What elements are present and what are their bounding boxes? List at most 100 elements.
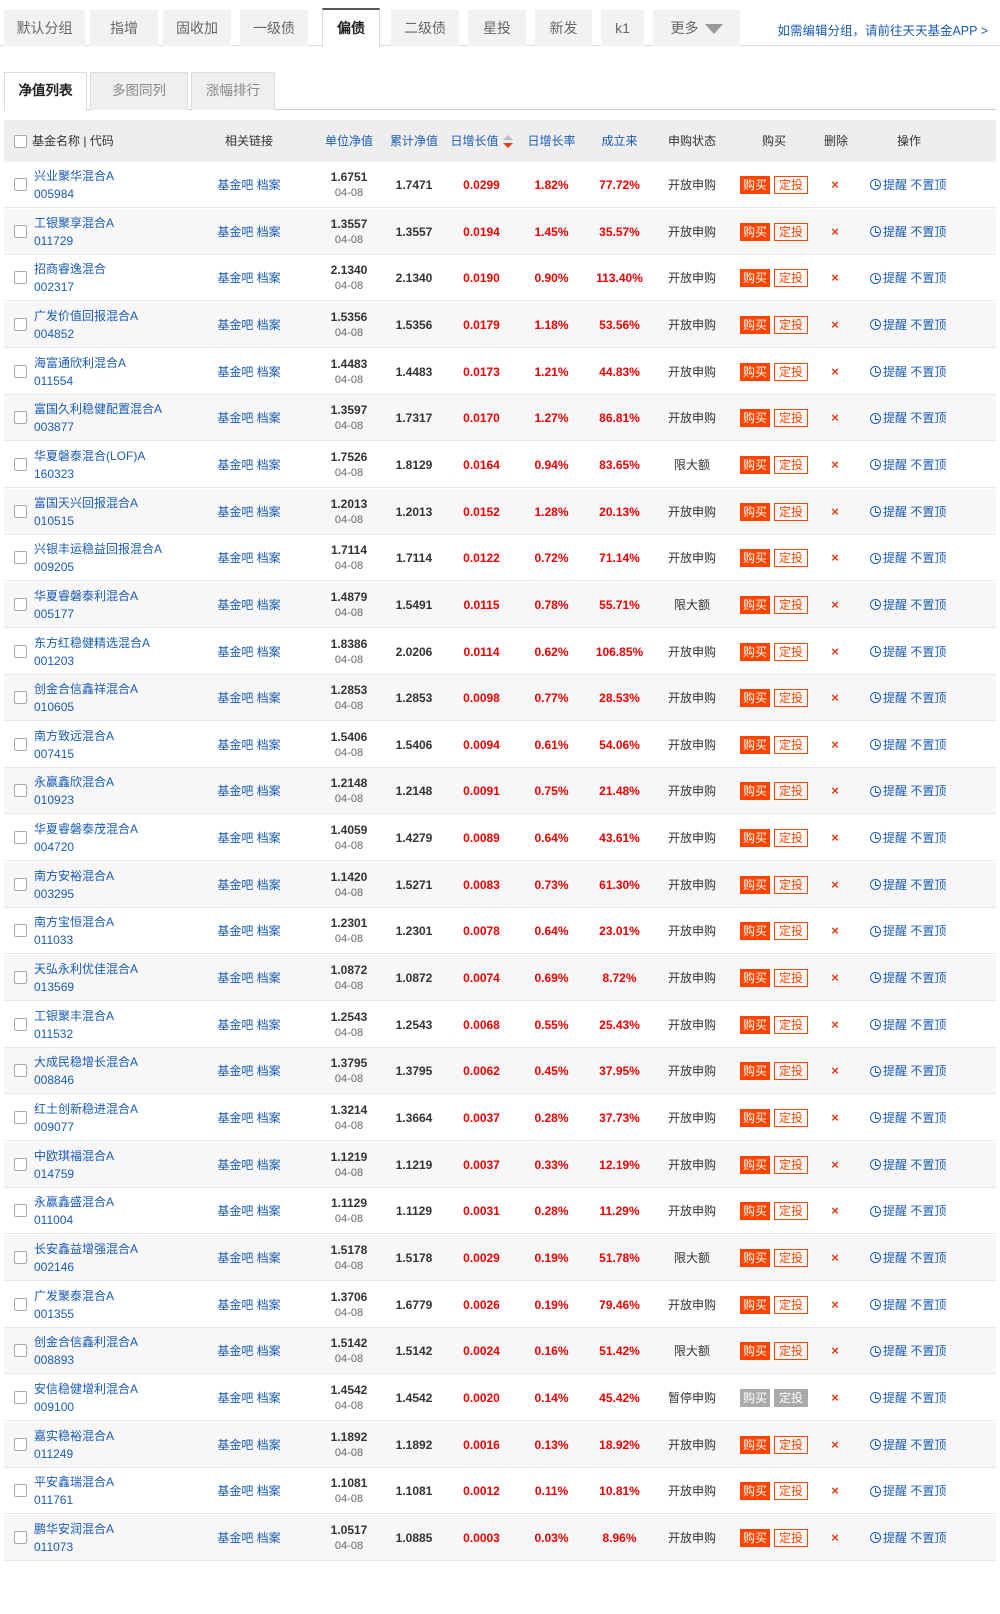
buy-button[interactable]: 购买 (740, 409, 770, 428)
unpin-link[interactable]: 不置顶 (910, 1391, 946, 1405)
fund-archive-link[interactable]: 档案 (257, 1531, 281, 1545)
row-checkbox[interactable] (14, 737, 27, 751)
fund-bar-link[interactable]: 基金吧 (217, 878, 253, 892)
row-checkbox[interactable] (14, 1437, 27, 1451)
remind-link[interactable]: 提醒 (883, 411, 907, 425)
fund-archive-link[interactable]: 档案 (257, 1391, 281, 1405)
fund-archive-link[interactable]: 档案 (257, 878, 281, 892)
auto-invest-button[interactable]: 定投 (774, 1388, 808, 1407)
row-checkbox[interactable] (14, 597, 27, 611)
fund-archive-link[interactable]: 档案 (257, 1344, 281, 1358)
fund-archive-link[interactable]: 档案 (257, 738, 281, 752)
delete-icon[interactable]: × (828, 1142, 842, 1188)
row-checkbox[interactable] (14, 457, 27, 471)
remind-link[interactable]: 提醒 (883, 1111, 907, 1125)
delete-icon[interactable]: × (828, 629, 842, 675)
buy-button[interactable]: 购买 (740, 642, 770, 661)
col-daily-rate[interactable]: 日增长率 (519, 120, 584, 162)
fund-bar-link[interactable]: 基金吧 (217, 645, 253, 659)
buy-button[interactable]: 购买 (740, 1248, 770, 1267)
tab-gain-ranking[interactable]: 涨幅排行 (191, 72, 275, 110)
fund-bar-link[interactable]: 基金吧 (217, 318, 253, 332)
buy-button[interactable]: 购买 (740, 1109, 770, 1127)
col-since-inception[interactable]: 成立来 (582, 120, 657, 162)
row-checkbox[interactable] (14, 178, 27, 191)
group-tab-fixed-income-plus[interactable]: 固收加 (163, 10, 231, 46)
fund-archive-link[interactable]: 档案 (257, 598, 281, 612)
unpin-link[interactable]: 不置顶 (910, 971, 946, 985)
buy-button[interactable]: 购买 (740, 829, 770, 848)
unpin-link[interactable]: 不置顶 (910, 225, 946, 239)
buy-button[interactable]: 购买 (740, 875, 770, 894)
fund-archive-link[interactable]: 档案 (257, 831, 281, 845)
col-daily-value[interactable]: 日增长值 (444, 120, 519, 162)
row-checkbox[interactable] (14, 1297, 27, 1311)
col-acc-nav[interactable]: 累计净值 (384, 120, 444, 162)
row-checkbox[interactable] (14, 1530, 27, 1544)
auto-invest-button[interactable]: 定投 (774, 1155, 808, 1174)
fund-bar-link[interactable]: 基金吧 (217, 784, 253, 798)
fund-bar-link[interactable]: 基金吧 (217, 1204, 253, 1218)
row-checkbox[interactable] (14, 1250, 27, 1264)
fund-bar-link[interactable]: 基金吧 (217, 1064, 253, 1078)
col-nav[interactable]: 单位净值 (314, 120, 384, 162)
fund-archive-link[interactable]: 档案 (257, 271, 281, 285)
unpin-link[interactable]: 不置顶 (910, 1484, 946, 1498)
fund-archive-link[interactable]: 档案 (257, 1484, 281, 1498)
group-tab-index-enhanced[interactable]: 指增 (90, 10, 158, 46)
buy-button[interactable]: 购买 (740, 595, 770, 614)
fund-code-link[interactable]: 011073 (34, 1539, 73, 1585)
unpin-link[interactable]: 不置顶 (910, 1158, 946, 1172)
fund-bar-link[interactable]: 基金吧 (217, 225, 253, 239)
remind-link[interactable]: 提醒 (883, 691, 907, 705)
unpin-link[interactable]: 不置顶 (910, 411, 946, 425)
fund-archive-link[interactable]: 档案 (257, 1438, 281, 1452)
fund-bar-link[interactable]: 基金吧 (217, 365, 253, 379)
auto-invest-button[interactable]: 定投 (774, 176, 808, 194)
unpin-link[interactable]: 不置顶 (910, 1298, 946, 1312)
fund-bar-link[interactable]: 基金吧 (217, 551, 253, 565)
delete-icon[interactable]: × (828, 768, 842, 814)
buy-button[interactable]: 购买 (740, 735, 770, 754)
buy-button[interactable]: 购买 (740, 1342, 770, 1361)
group-tab-star[interactable]: 星投 (468, 10, 526, 46)
auto-invest-button[interactable]: 定投 (774, 735, 808, 754)
unpin-link[interactable]: 不置顶 (910, 365, 946, 379)
unpin-link[interactable]: 不置顶 (910, 1438, 946, 1452)
unpin-link[interactable]: 不置顶 (910, 1111, 946, 1125)
auto-invest-button[interactable]: 定投 (774, 315, 808, 334)
unpin-link[interactable]: 不置顶 (910, 598, 946, 612)
fund-archive-link[interactable]: 档案 (257, 1298, 281, 1312)
delete-icon[interactable]: × (828, 582, 842, 628)
fund-archive-link[interactable]: 档案 (257, 411, 281, 425)
group-tab-bond-biased[interactable]: 偏债 (322, 8, 380, 47)
row-checkbox[interactable] (14, 924, 27, 938)
remind-link[interactable]: 提醒 (883, 784, 907, 798)
fund-bar-link[interactable]: 基金吧 (217, 458, 253, 472)
buy-button[interactable]: 购买 (740, 922, 770, 941)
fund-bar-link[interactable]: 基金吧 (217, 1018, 253, 1032)
buy-button[interactable]: 购买 (740, 502, 770, 521)
delete-icon[interactable]: × (828, 302, 842, 348)
buy-button[interactable]: 购买 (740, 1388, 770, 1407)
unpin-link[interactable]: 不置顶 (910, 1204, 946, 1218)
row-checkbox[interactable] (14, 877, 27, 891)
buy-button[interactable]: 购买 (740, 1202, 770, 1221)
fund-archive-link[interactable]: 档案 (257, 1018, 281, 1032)
buy-button[interactable]: 购买 (740, 222, 770, 241)
auto-invest-button[interactable]: 定投 (774, 1435, 808, 1454)
buy-button[interactable]: 购买 (740, 689, 770, 708)
remind-link[interactable]: 提醒 (883, 1531, 907, 1545)
remind-link[interactable]: 提醒 (883, 924, 907, 938)
delete-icon[interactable]: × (828, 908, 842, 954)
auto-invest-button[interactable]: 定投 (774, 455, 808, 474)
buy-button[interactable]: 购买 (740, 1015, 770, 1034)
remind-link[interactable]: 提醒 (883, 971, 907, 985)
unpin-link[interactable]: 不置顶 (910, 271, 946, 285)
remind-link[interactable]: 提醒 (883, 878, 907, 892)
row-checkbox[interactable] (14, 971, 27, 985)
delete-icon[interactable]: × (828, 1468, 842, 1514)
fund-bar-link[interactable]: 基金吧 (217, 738, 253, 752)
fund-archive-link[interactable]: 档案 (257, 1064, 281, 1078)
buy-button[interactable]: 购买 (740, 176, 770, 194)
